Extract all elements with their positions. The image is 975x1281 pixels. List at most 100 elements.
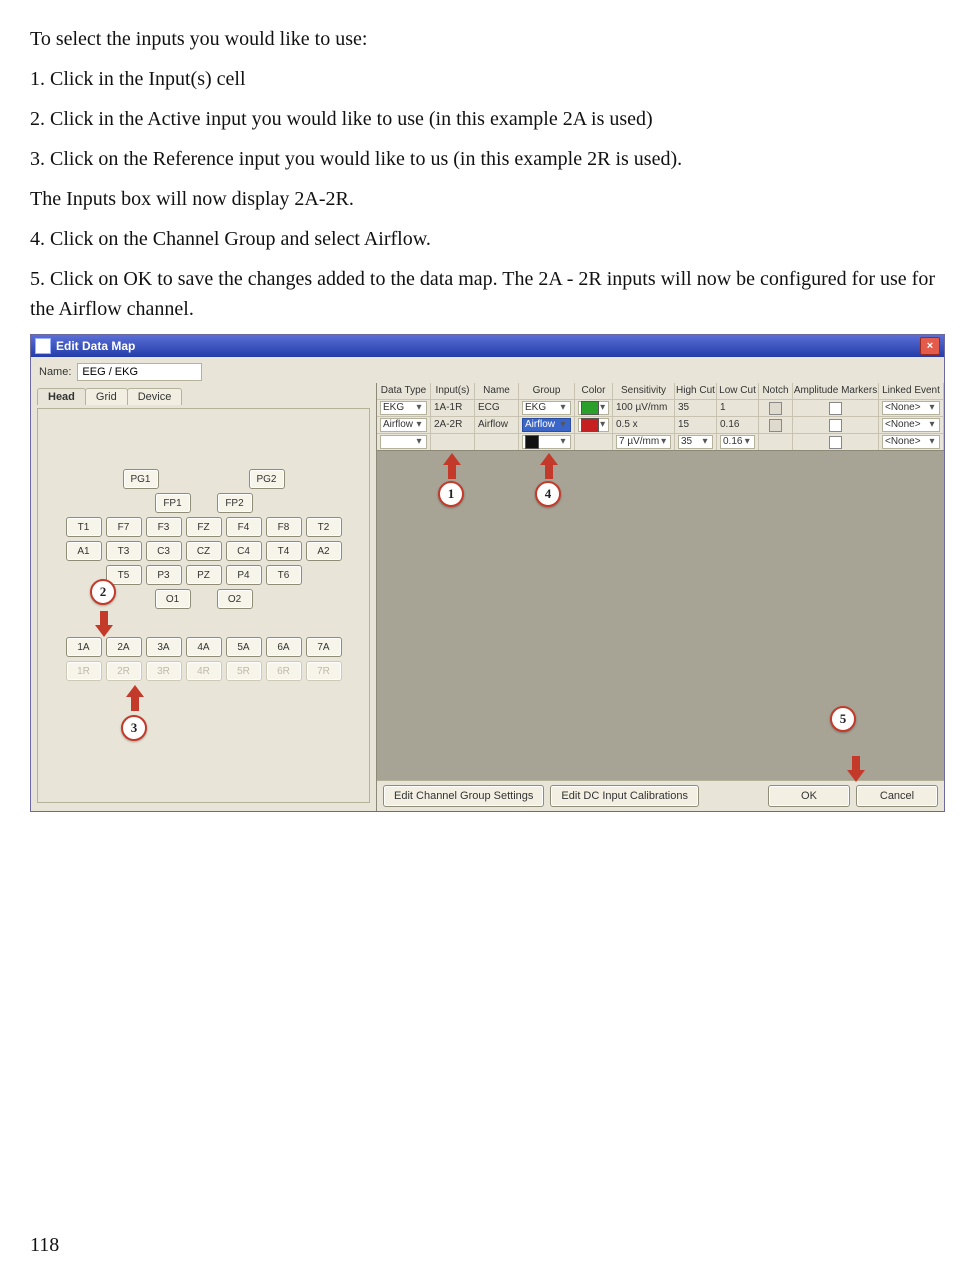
electrode-A2[interactable]: A2 (306, 541, 342, 561)
cell-linked-event[interactable]: <None>▾ (882, 418, 940, 432)
cell-name[interactable]: Airflow (475, 417, 519, 433)
cell-sensitivity[interactable]: 0.5 x (613, 417, 675, 433)
cell-inputs[interactable]: 2A-2R (431, 417, 475, 433)
table-row: Airflow▾ 2A-2R Airflow Airflow▾ ▾ 0.5 x … (377, 416, 944, 433)
step-5: 5. Click on OK to save the changes added… (30, 264, 945, 324)
callout-4: 4 (535, 481, 561, 507)
cell-name[interactable] (475, 434, 519, 450)
electrode-4R[interactable]: 4R (186, 661, 222, 681)
electrode-T2[interactable]: T2 (306, 517, 342, 537)
cell-group[interactable]: EKG▾ (522, 401, 571, 415)
col-name: Name (475, 383, 519, 399)
cell-sensitivity[interactable]: 100 µV/mm (613, 400, 675, 416)
cell-amp-checkbox[interactable] (829, 436, 842, 449)
edit-channel-group-button[interactable]: Edit Channel Group Settings (383, 785, 544, 807)
cancel-button[interactable]: Cancel (856, 785, 938, 807)
col-linked-event: Linked Event (879, 383, 944, 399)
electrode-PG2[interactable]: PG2 (249, 469, 285, 489)
cell-low-cut[interactable]: 0.16 (717, 417, 759, 433)
chevron-down-icon: ▾ (558, 417, 568, 433)
cell-data-type[interactable]: EKG▾ (380, 401, 427, 415)
electrode-5A[interactable]: 5A (226, 637, 262, 657)
electrode-P4[interactable]: P4 (226, 565, 262, 585)
electrode-T1[interactable]: T1 (66, 517, 102, 537)
electrode-C4[interactable]: C4 (226, 541, 262, 561)
table-row: ▾ ▾ 7 µV/mm▾ 35▾ 0.16▾ <None>▾ (377, 433, 944, 450)
cell-sensitivity[interactable]: 7 µV/mm▾ (616, 435, 671, 449)
cell-name[interactable]: ECG (475, 400, 519, 416)
electrode-4A[interactable]: 4A (186, 637, 222, 657)
electrode-P3[interactable]: P3 (146, 565, 182, 585)
name-label: Name: (39, 366, 71, 378)
edit-dc-calibrations-button[interactable]: Edit DC Input Calibrations (550, 785, 699, 807)
electrode-FZ[interactable]: FZ (186, 517, 222, 537)
electrode-FP1[interactable]: FP1 (155, 493, 191, 513)
tabs: Head Grid Device (37, 387, 370, 404)
electrode-C3[interactable]: C3 (146, 541, 182, 561)
cell-high-cut[interactable]: 35▾ (678, 435, 713, 449)
ok-button[interactable]: OK (768, 785, 850, 807)
cell-notch-checkbox[interactable] (769, 402, 782, 415)
close-icon[interactable]: × (920, 337, 940, 355)
cell-linked-event[interactable]: <None>▾ (882, 401, 940, 415)
app-icon (35, 338, 51, 354)
tab-device[interactable]: Device (127, 388, 183, 405)
chevron-down-icon: ▾ (414, 417, 424, 433)
tab-head[interactable]: Head (37, 388, 86, 405)
cell-data-type[interactable]: Airflow▾ (380, 418, 427, 432)
cell-amp-checkbox[interactable] (829, 419, 842, 432)
electrode-F3[interactable]: F3 (146, 517, 182, 537)
instruction-text: To select the inputs you would like to u… (30, 24, 945, 324)
electrode-O2[interactable]: O2 (217, 589, 253, 609)
electrode-F8[interactable]: F8 (266, 517, 302, 537)
electrode-T3[interactable]: T3 (106, 541, 142, 561)
electrode-PZ[interactable]: PZ (186, 565, 222, 585)
electrode-A1[interactable]: A1 (66, 541, 102, 561)
electrode-O1[interactable]: O1 (155, 589, 191, 609)
electrode-5R[interactable]: 5R (226, 661, 262, 681)
col-notch: Notch (759, 383, 793, 399)
electrode-T4[interactable]: T4 (266, 541, 302, 561)
electrode-PG1[interactable]: PG1 (123, 469, 159, 489)
name-field[interactable] (77, 363, 202, 381)
electrode-2A[interactable]: 2A (106, 637, 142, 657)
electrode-3A[interactable]: 3A (146, 637, 182, 657)
electrode-7A[interactable]: 7A (306, 637, 342, 657)
electrode-6R[interactable]: 6R (266, 661, 302, 681)
electrode-1A[interactable]: 1A (66, 637, 102, 657)
electrode-F4[interactable]: F4 (226, 517, 262, 537)
electrode-7R[interactable]: 7R (306, 661, 342, 681)
tab-grid[interactable]: Grid (85, 388, 128, 405)
cell-color[interactable]: ▾ (578, 418, 609, 432)
cell-notch-checkbox[interactable] (769, 419, 782, 432)
electrode-FP2[interactable]: FP2 (217, 493, 253, 513)
cell-group[interactable]: ▾ (522, 435, 571, 449)
electrode-F7[interactable]: F7 (106, 517, 142, 537)
cell-group[interactable]: Airflow▾ (522, 418, 571, 432)
chevron-down-icon: ▾ (659, 434, 668, 450)
cell-low-cut[interactable]: 1 (717, 400, 759, 416)
channel-grid: Data Type Input(s) Name Group Color Sens… (377, 383, 944, 451)
table-row: EKG▾ 1A-1R ECG EKG▾ ▾ 100 µV/mm 35 1 <No… (377, 399, 944, 416)
electrode-T6[interactable]: T6 (266, 565, 302, 585)
cell-linked-event[interactable]: <None>▾ (882, 435, 940, 449)
cell-low-cut[interactable]: 0.16▾ (720, 435, 755, 449)
callout-1: 1 (438, 481, 464, 507)
cell-inputs[interactable] (431, 434, 475, 450)
cell-high-cut[interactable]: 15 (675, 417, 717, 433)
window-title: Edit Data Map (56, 339, 920, 353)
step-3: 3. Click on the Reference input you woul… (30, 144, 945, 174)
cell-amp-checkbox[interactable] (829, 402, 842, 415)
electrode-CZ[interactable]: CZ (186, 541, 222, 561)
cell-high-cut[interactable]: 35 (675, 400, 717, 416)
chevron-down-icon: ▾ (414, 434, 424, 450)
chevron-down-icon: ▾ (558, 434, 568, 450)
chevron-down-icon: ▾ (927, 400, 937, 416)
electrode-1R[interactable]: 1R (66, 661, 102, 681)
electrode-6A[interactable]: 6A (266, 637, 302, 657)
electrode-2R[interactable]: 2R (106, 661, 142, 681)
cell-color[interactable]: ▾ (578, 401, 609, 415)
cell-data-type[interactable]: ▾ (380, 435, 427, 449)
cell-inputs[interactable]: 1A-1R (431, 400, 475, 416)
electrode-3R[interactable]: 3R (146, 661, 182, 681)
